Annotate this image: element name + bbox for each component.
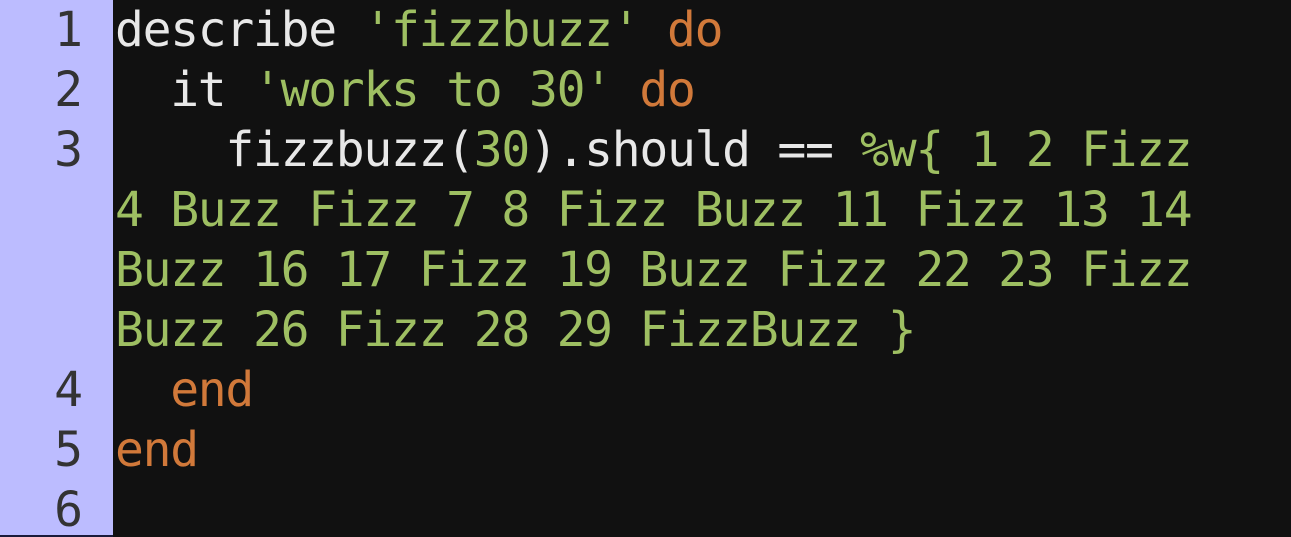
code-line-wrap[interactable]: Buzz 26 Fizz 28 29 FizzBuzz }: [115, 300, 917, 360]
code-line[interactable]: end: [115, 360, 254, 420]
code-line[interactable]: end: [115, 420, 199, 480]
code-line[interactable]: it 'works to 30' do: [115, 60, 696, 120]
code-token: ).should ==: [528, 122, 861, 178]
code-token: do: [667, 2, 724, 58]
code-line[interactable]: describe 'fizzbuzz' do: [115, 0, 724, 60]
line-number-gutter: 1 2 3 4 5 6: [0, 0, 113, 537]
line-number: 4: [54, 362, 83, 418]
code-line[interactable]: fizzbuzz(30).should == %w{ 1 2 Fizz: [115, 120, 1192, 180]
code-token: Buzz 26 Fizz 28 29 FizzBuzz }: [115, 302, 917, 358]
code-token: fizzbuzz(: [115, 122, 475, 178]
code-token: 30: [473, 122, 531, 178]
code-token: %w{ 1 2 Fizz: [860, 122, 1192, 178]
line-number: 1: [54, 2, 83, 58]
code-token: Buzz 16 17 Fizz 19 Buzz Fizz 22 23 Fizz: [115, 242, 1193, 298]
code-token: end: [170, 362, 254, 418]
line-number: 2: [54, 62, 83, 118]
code-token: do: [639, 62, 696, 118]
code-line-wrap[interactable]: Buzz 16 17 Fizz 19 Buzz Fizz 22 23 Fizz: [115, 240, 1193, 300]
line-number: 6: [54, 482, 83, 537]
code-token: describe: [115, 2, 364, 58]
code-token: it: [115, 62, 253, 118]
code-token: 'fizzbuzz': [363, 2, 640, 58]
code-token: 'works to 30': [253, 62, 613, 118]
line-number: 5: [54, 422, 83, 478]
code-editor[interactable]: 1 2 3 4 5 6 describe 'fizzbuzz' do it 'w…: [0, 0, 1291, 537]
code-line-wrap[interactable]: 4 Buzz Fizz 7 8 Fizz Buzz 11 Fizz 13 14: [115, 180, 1193, 240]
code-token: 4 Buzz Fizz 7 8 Fizz Buzz 11 Fizz 13 14: [115, 182, 1193, 238]
line-number: 3: [54, 122, 83, 178]
code-token: end: [115, 422, 199, 478]
